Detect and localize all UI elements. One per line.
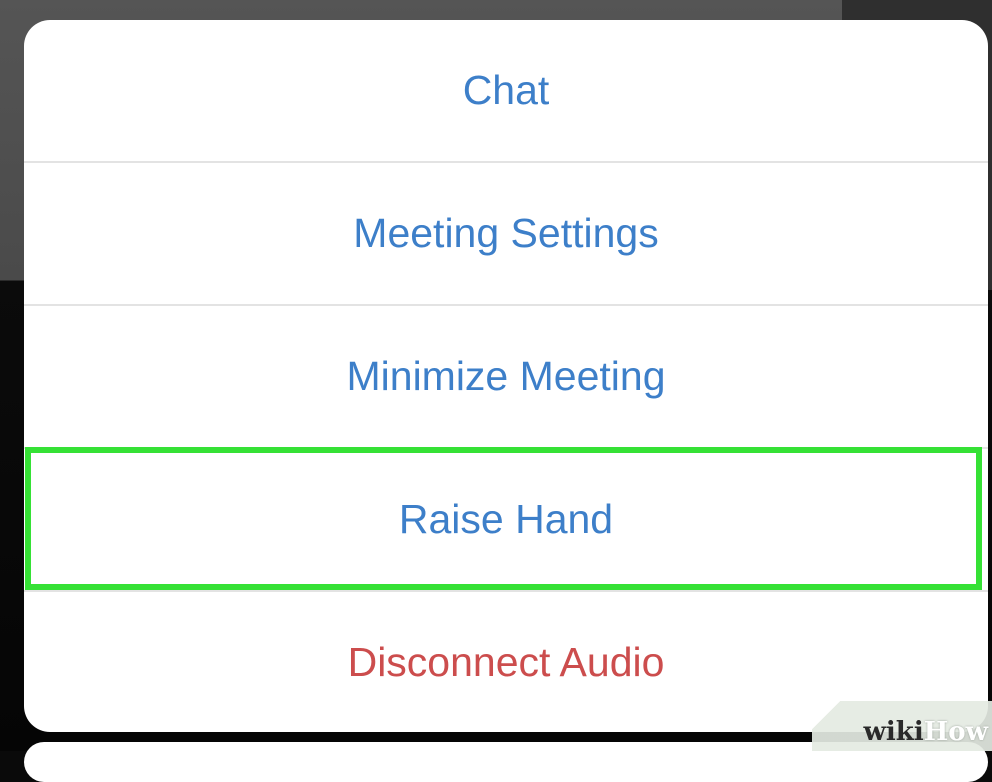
chat-menu-item[interactable]: Chat xyxy=(24,20,988,161)
action-sheet: Chat Meeting Settings Minimize Meeting R… xyxy=(24,20,988,732)
minimize-meeting-menu-item[interactable]: Minimize Meeting xyxy=(24,306,988,447)
watermark-wiki-text: wiki xyxy=(864,717,924,747)
meeting-settings-menu-item[interactable]: Meeting Settings xyxy=(24,163,988,304)
raise-hand-menu-item[interactable]: Raise Hand xyxy=(24,449,988,590)
watermark-how-text: How xyxy=(924,717,988,747)
wikihow-watermark: wikiHow xyxy=(812,701,992,751)
